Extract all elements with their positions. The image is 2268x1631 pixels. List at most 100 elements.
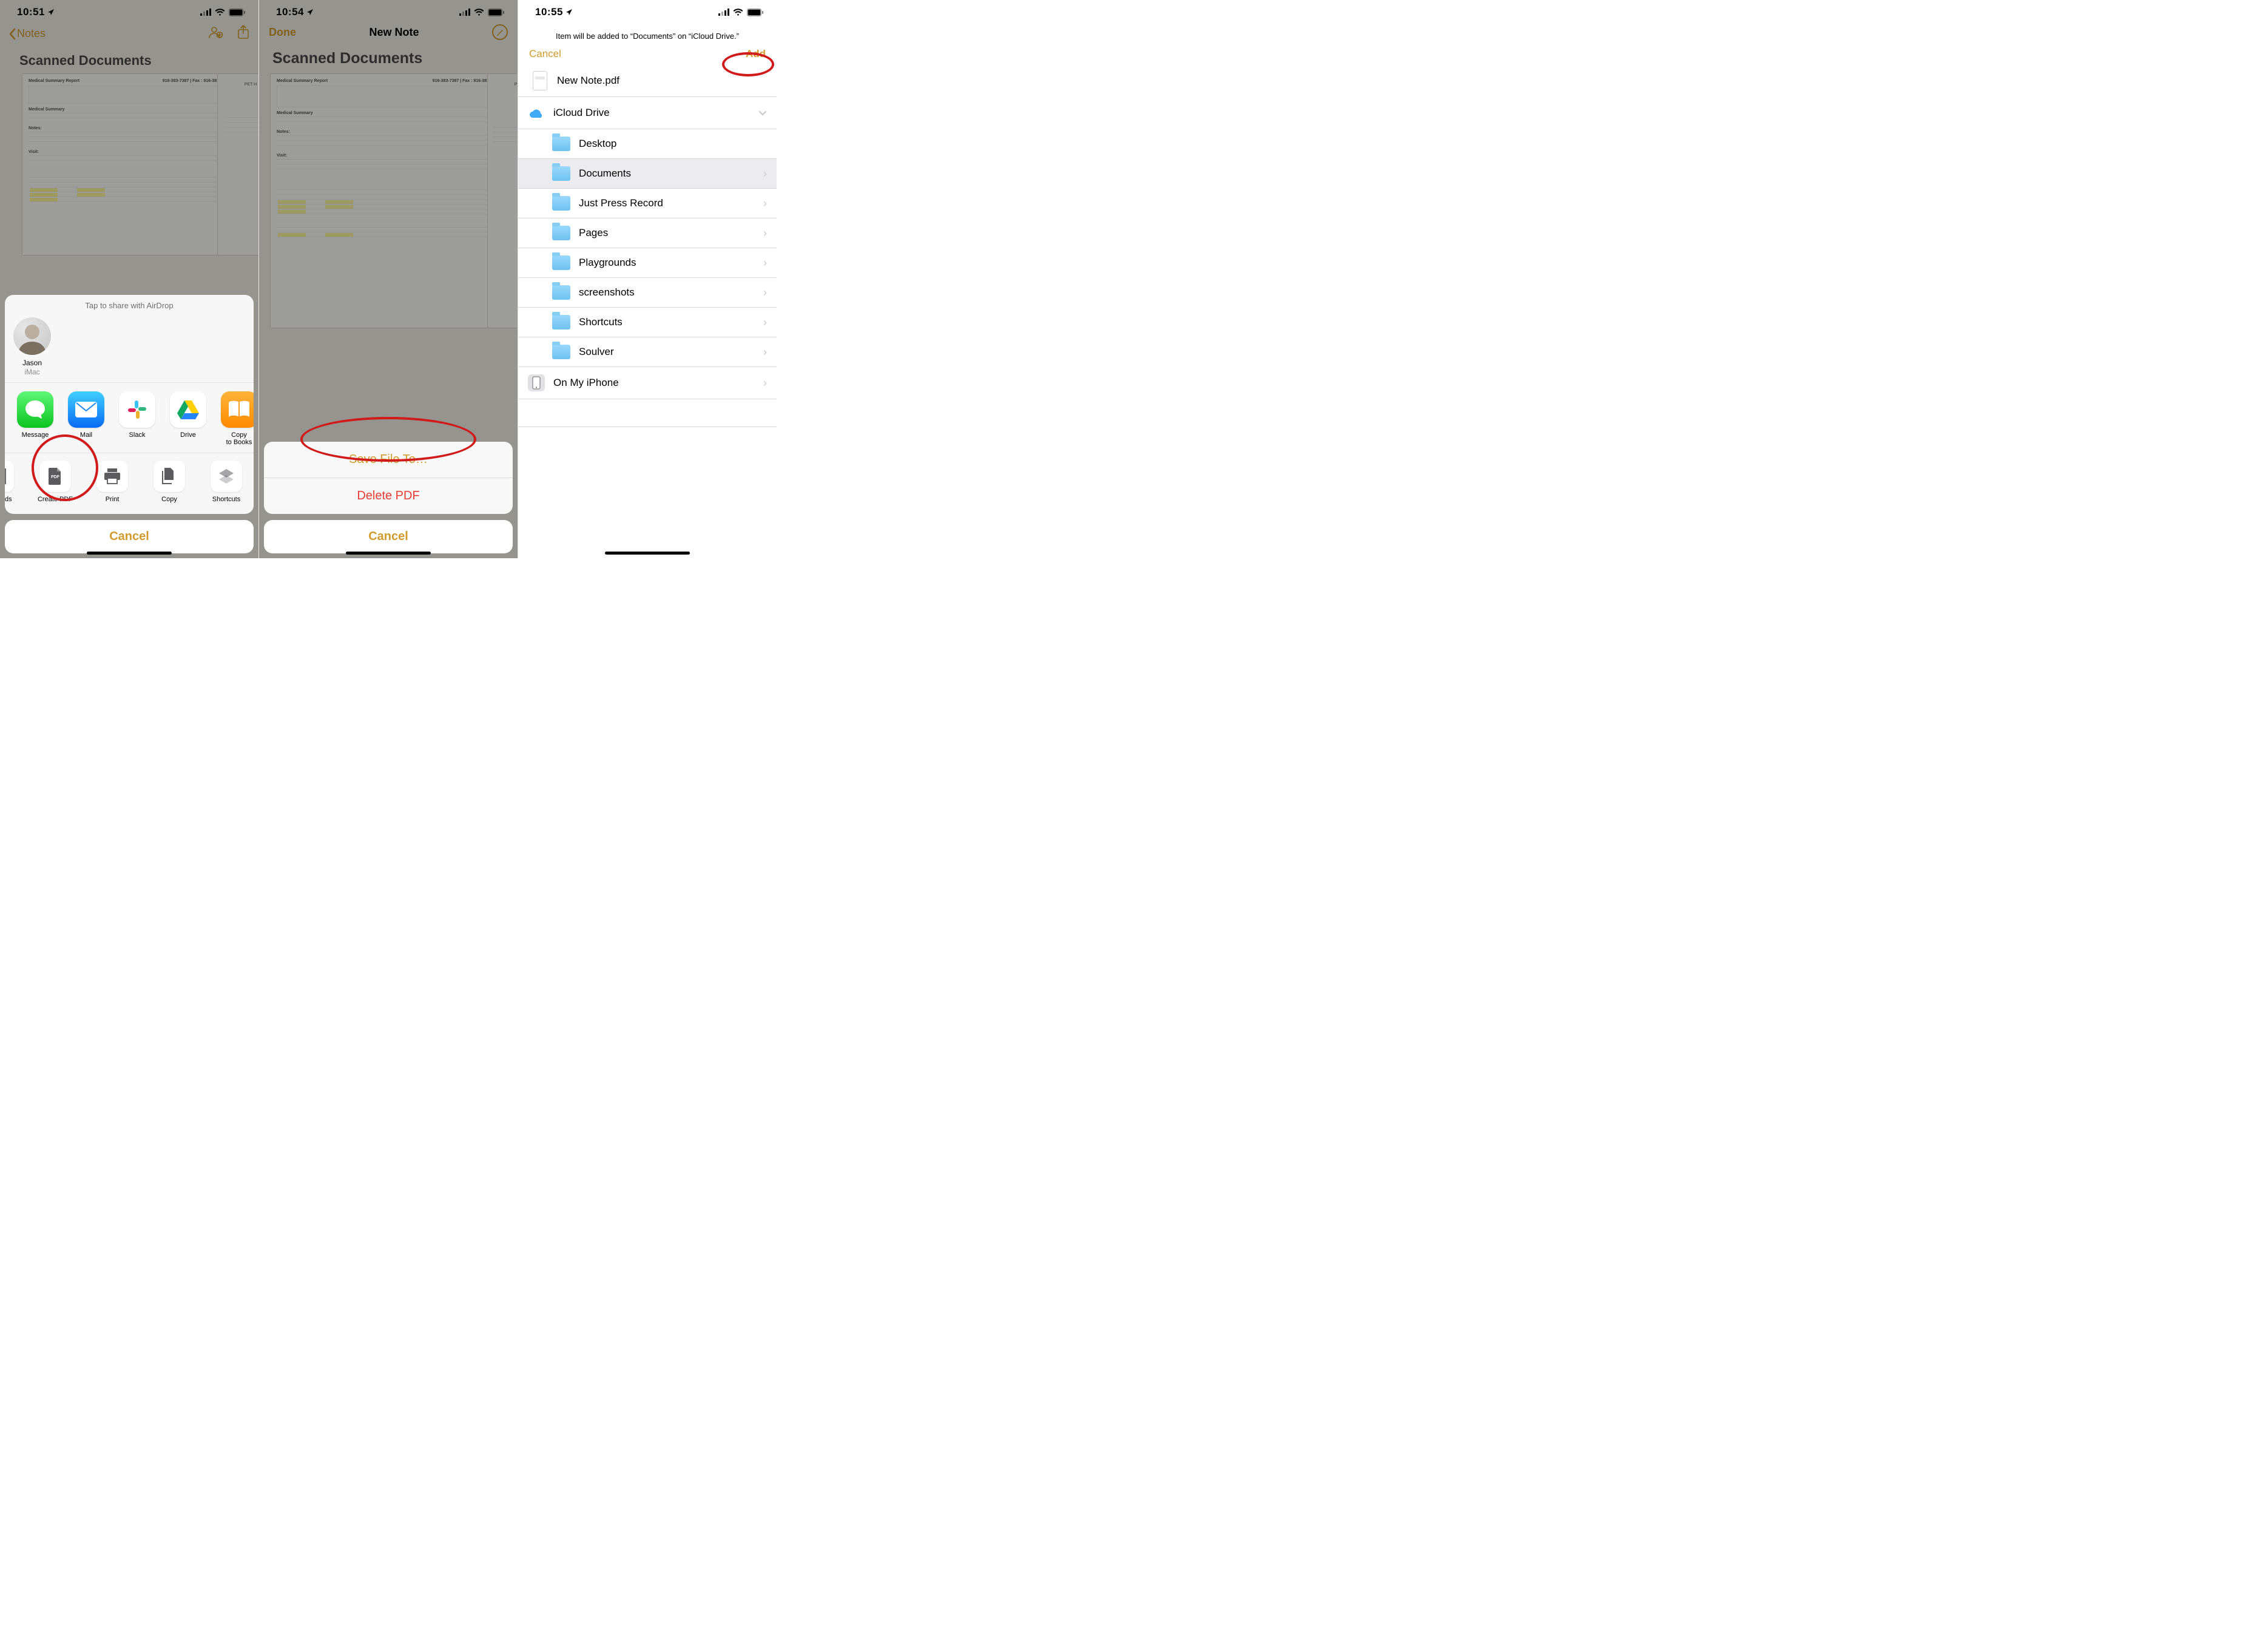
action-create-pdf[interactable]: PDF Create PDF	[30, 461, 80, 503]
pdf-icon: PDF	[47, 467, 63, 485]
status-bar: 10:54	[259, 0, 518, 24]
message-icon	[24, 399, 46, 420]
folder-playgrounds[interactable]: Playgrounds ›	[518, 248, 777, 278]
battery-icon	[747, 8, 763, 16]
cancel-button[interactable]: Cancel	[5, 520, 254, 553]
folder-icon	[552, 315, 570, 329]
status-time: 10:51	[17, 6, 55, 18]
icloud-icon	[528, 104, 545, 121]
status-time: 10:55	[535, 6, 573, 18]
folder-label: Shortcuts	[579, 316, 623, 328]
chevron-right-icon: ›	[763, 316, 767, 329]
folder-label: Documents	[579, 167, 631, 180]
books-icon	[227, 400, 251, 419]
folder-soulver[interactable]: Soulver ›	[518, 337, 777, 367]
folder-documents[interactable]: Documents ›	[518, 159, 777, 189]
status-bar: 10:51	[0, 0, 258, 24]
wifi-icon	[733, 8, 743, 16]
folder-icon	[552, 345, 570, 359]
signal-icon	[718, 8, 729, 16]
save-file-button[interactable]: Save File To…	[264, 442, 513, 478]
folder-icon	[552, 255, 570, 270]
battery-icon	[488, 8, 504, 16]
folder-icon	[552, 166, 570, 181]
folder-pages[interactable]: Pages ›	[518, 218, 777, 248]
pane-files-picker: 10:55 Item will be added to “Documents” …	[518, 0, 777, 558]
location-icon	[565, 8, 573, 16]
folder-screenshots[interactable]: screenshots ›	[518, 278, 777, 308]
home-indicator	[87, 552, 172, 555]
chevron-down-icon	[758, 107, 767, 120]
location-list: iCloud Drive Desktop Documents › Just Pr…	[518, 97, 777, 427]
signal-icon	[200, 8, 211, 16]
folder-just-press-record[interactable]: Just Press Record ›	[518, 189, 777, 218]
svg-text:PDF: PDF	[51, 475, 60, 479]
copy-icon	[161, 467, 178, 485]
slack-icon	[126, 399, 148, 420]
chevron-right-icon: ›	[763, 197, 767, 210]
app-drive[interactable]: Drive	[166, 391, 210, 447]
app-books[interactable]: Copy to Books	[217, 391, 254, 447]
action-grids[interactable]: s & Grids	[5, 461, 23, 503]
app-mail[interactable]: Mail	[64, 391, 108, 447]
location-icloud[interactable]: iCloud Drive	[518, 97, 777, 129]
cancel-button[interactable]: Cancel	[529, 48, 561, 60]
print-icon	[103, 468, 121, 485]
folder-icon	[552, 196, 570, 211]
signal-icon	[459, 8, 470, 16]
airdrop-device: iMac	[13, 368, 51, 376]
home-indicator	[605, 552, 690, 555]
battery-icon	[229, 8, 245, 16]
status-time: 10:54	[276, 6, 314, 18]
home-indicator	[346, 552, 431, 555]
airdrop-title: Tap to share with AirDrop	[5, 301, 254, 310]
folder-label: Soulver	[579, 346, 614, 358]
folder-icon	[552, 137, 570, 151]
app-slack[interactable]: Slack	[115, 391, 159, 447]
status-bar: 10:55	[518, 0, 777, 24]
action-copy[interactable]: Copy	[144, 461, 194, 503]
action-row: s & Grids PDF Create PDF Print Copy	[5, 453, 254, 505]
avatar	[13, 317, 51, 355]
folder-icon	[552, 226, 570, 240]
wifi-icon	[215, 8, 225, 16]
iphone-icon	[528, 374, 545, 391]
delete-pdf-button[interactable]: Delete PDF	[264, 478, 513, 514]
chevron-right-icon: ›	[763, 286, 767, 299]
location-label: iCloud Drive	[553, 107, 610, 119]
app-row: Message Mail	[5, 383, 254, 453]
location-label: On My iPhone	[553, 377, 619, 389]
action-sheet: Save File To… Delete PDF Cancel	[264, 442, 513, 553]
cancel-button[interactable]: Cancel	[264, 520, 513, 553]
folder-label: Playgrounds	[579, 257, 636, 269]
wifi-icon	[474, 8, 484, 16]
file-preview-row: New Note.pdf	[518, 66, 777, 97]
chevron-right-icon: ›	[763, 377, 767, 390]
airdrop-contact[interactable]: Jason iMac	[13, 317, 51, 376]
action-print[interactable]: Print	[87, 461, 137, 503]
share-sheet: Tap to share with AirDrop Jason iMac	[5, 295, 254, 553]
location-icon	[306, 8, 314, 16]
folder-label: Just Press Record	[579, 197, 663, 209]
shortcuts-icon	[217, 467, 235, 485]
airdrop-name: Jason	[13, 359, 51, 367]
folder-label: screenshots	[579, 286, 635, 299]
folder-label: Pages	[579, 227, 608, 239]
app-message[interactable]: Message	[13, 391, 57, 447]
location-on-my-iphone[interactable]: On My iPhone ›	[518, 367, 777, 399]
add-button[interactable]: Add	[746, 48, 766, 60]
location-icon	[47, 8, 55, 16]
pane-share-sheet: Notes Scanned Documents Medical Summary …	[0, 0, 259, 558]
folder-shortcuts[interactable]: Shortcuts ›	[518, 308, 777, 337]
chevron-right-icon: ›	[763, 227, 767, 240]
chevron-right-icon: ›	[763, 346, 767, 359]
action-shortcuts[interactable]: Shortcuts	[201, 461, 251, 503]
folder-label: Desktop	[579, 138, 616, 150]
file-name: New Note.pdf	[557, 75, 619, 87]
folder-desktop[interactable]: Desktop	[518, 129, 777, 159]
chevron-right-icon: ›	[763, 167, 767, 180]
chevron-right-icon: ›	[763, 257, 767, 269]
empty-row	[518, 399, 777, 427]
drive-icon	[177, 399, 200, 420]
mail-icon	[75, 401, 98, 418]
